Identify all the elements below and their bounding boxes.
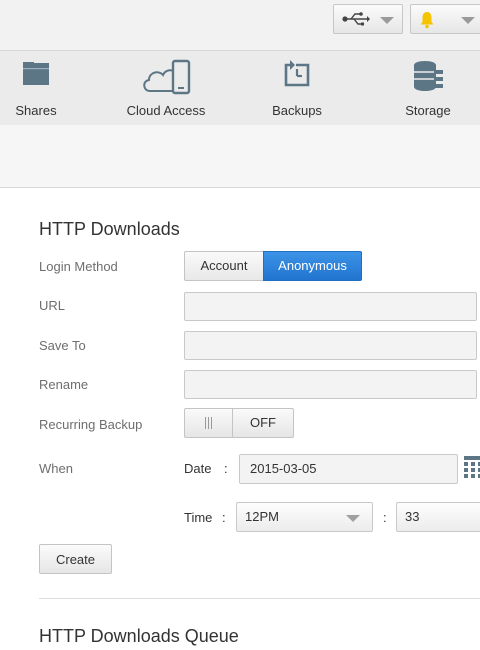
save-to-label: Save To xyxy=(39,338,86,353)
storage-icon xyxy=(411,59,445,98)
chevron-down-icon xyxy=(346,515,360,522)
login-method-account-option[interactable]: Account xyxy=(184,251,263,281)
save-to-input[interactable] xyxy=(184,331,477,360)
login-method-label: Login Method xyxy=(39,259,118,274)
nav-item-label: Cloud Access xyxy=(126,103,206,118)
calendar-icon[interactable] xyxy=(464,456,480,487)
main-nav: Shares Cloud Access Backups Storage xyxy=(0,51,480,125)
nav-item-backups[interactable]: Backups xyxy=(262,51,332,125)
create-button[interactable]: Create xyxy=(39,544,112,574)
cloud-device-icon xyxy=(140,59,192,100)
minute-select[interactable]: 33 xyxy=(396,502,480,532)
nav-item-shares[interactable]: Shares xyxy=(0,51,72,125)
section-title-downloads-queue: HTTP Downloads Queue xyxy=(39,626,239,646)
rename-input[interactable] xyxy=(184,370,477,399)
hour-value: 12PM xyxy=(245,509,279,524)
folder-icon xyxy=(21,59,51,92)
section-title-http-downloads: HTTP Downloads xyxy=(39,219,180,239)
toggle-state-label: OFF xyxy=(250,415,276,430)
divider xyxy=(39,598,480,599)
chevron-down-icon xyxy=(380,17,394,24)
minute-colon: : xyxy=(383,510,387,525)
page-header-band xyxy=(0,125,480,188)
nav-item-storage[interactable]: Storage xyxy=(396,51,460,125)
date-colon: : xyxy=(224,461,228,476)
nav-item-cloud-access[interactable]: Cloud Access xyxy=(120,51,212,125)
hour-select[interactable]: 12PM xyxy=(236,502,373,532)
recurring-backup-label: Recurring Backup xyxy=(39,417,143,432)
usb-icon xyxy=(342,11,370,32)
chevron-down-icon xyxy=(461,17,475,24)
time-label: Time xyxy=(184,510,213,525)
backup-icon xyxy=(282,59,312,94)
rename-label: Rename xyxy=(39,377,89,392)
when-label: When xyxy=(39,461,73,476)
time-colon: : xyxy=(222,510,226,525)
minute-value: 33 xyxy=(405,509,420,524)
login-method-anonymous-option[interactable]: Anonymous xyxy=(263,251,362,281)
bell-icon xyxy=(419,11,435,34)
url-label: URL xyxy=(39,298,66,313)
top-toolbar xyxy=(0,0,480,51)
alerts-button[interactable] xyxy=(410,4,480,34)
nav-item-label: Shares xyxy=(15,103,57,118)
date-label: Date xyxy=(184,461,212,476)
nav-item-label: Backups xyxy=(272,103,322,118)
toggle-grip-icon xyxy=(185,409,233,437)
url-input[interactable] xyxy=(184,292,477,321)
recurring-backup-toggle[interactable]: OFF xyxy=(184,408,294,438)
date-input[interactable]: 2015-03-05 xyxy=(239,454,458,484)
usb-devices-button[interactable] xyxy=(333,4,403,34)
nav-item-label: Storage xyxy=(405,103,451,118)
